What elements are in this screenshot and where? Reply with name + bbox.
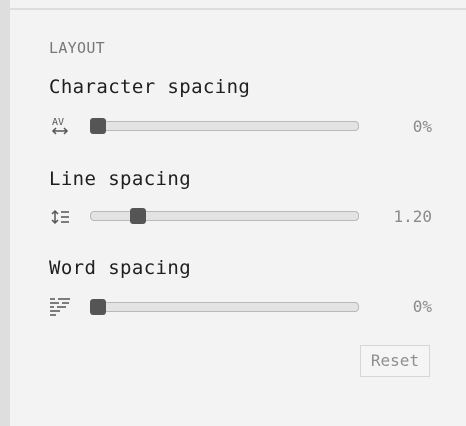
word-spacing-value: 0% (412, 297, 432, 316)
section-title: LAYOUT (49, 39, 105, 57)
line-spacing-slider[interactable] (90, 208, 359, 224)
line-spacing-value: 1.20 (393, 207, 432, 226)
word-spacing-label: Word spacing (49, 257, 192, 279)
sidebar-edge (0, 0, 10, 426)
slider-track[interactable] (90, 302, 359, 312)
slider-thumb[interactable] (130, 208, 147, 224)
reset-button[interactable]: Reset (360, 345, 430, 377)
word-spacing-icon (48, 295, 72, 319)
character-spacing-value: 0% (412, 117, 432, 136)
character-spacing-slider[interactable] (90, 118, 359, 134)
svg-text:AV: AV (52, 117, 64, 128)
line-spacing-icon (48, 205, 72, 229)
slider-track[interactable] (90, 121, 359, 131)
word-spacing-slider[interactable] (90, 299, 359, 315)
slider-thumb[interactable] (90, 299, 106, 315)
slider-thumb[interactable] (90, 118, 106, 134)
character-spacing-icon: AV (48, 114, 72, 138)
character-spacing-label: Character spacing (49, 76, 251, 98)
line-spacing-label: Line spacing (49, 168, 192, 190)
